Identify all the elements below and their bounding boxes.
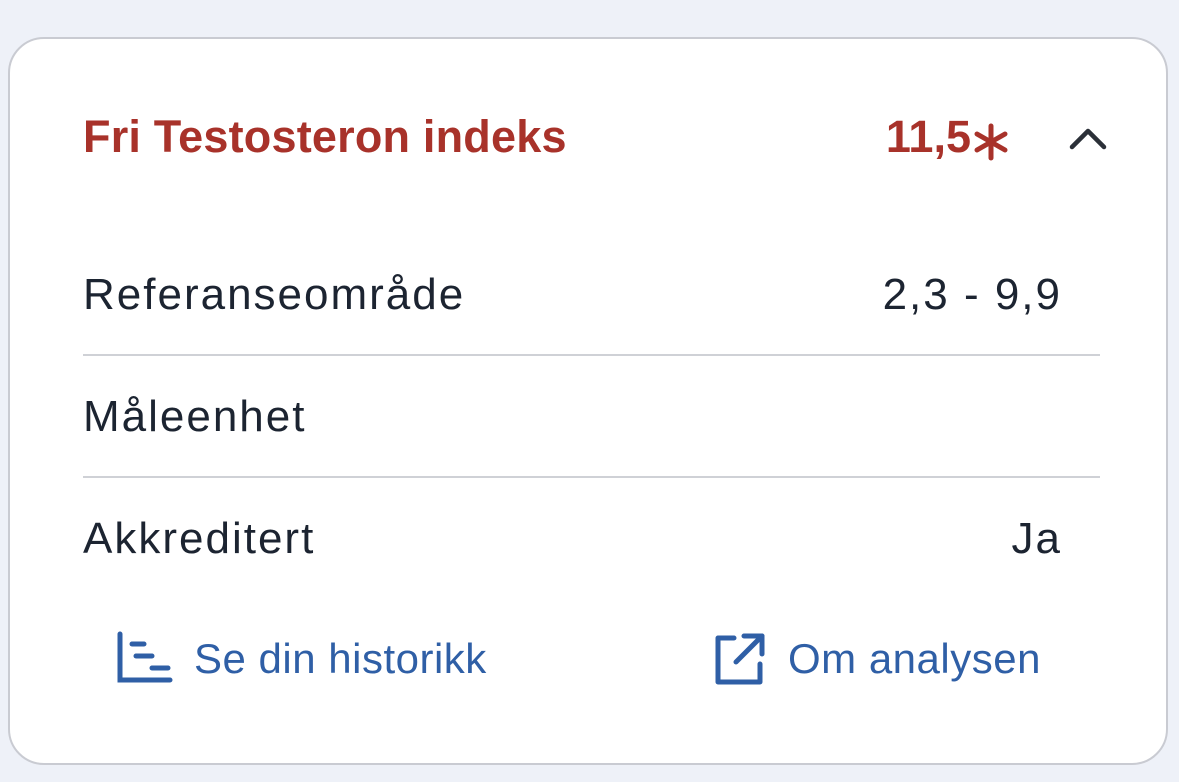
detail-value: Ja bbox=[1011, 514, 1062, 563]
analysis-result-value: 11,5 bbox=[885, 111, 971, 162]
detail-row-accredited: Akkreditert Ja bbox=[83, 478, 1100, 600]
analysis-header[interactable]: Fri Testosteron indeks 11,5 bbox=[10, 39, 1166, 239]
detail-label: Akkreditert bbox=[83, 514, 316, 563]
external-link-icon bbox=[715, 633, 765, 685]
detail-row-reference-range: Referanseområde 2,3 - 9,9 bbox=[83, 234, 1100, 356]
history-link-label: Se din historikk bbox=[194, 635, 487, 682]
history-chart-icon bbox=[117, 631, 173, 683]
collapse-button[interactable] bbox=[1058, 109, 1118, 169]
detail-label: Referanseområde bbox=[83, 270, 466, 319]
about-analysis-link-label: Om analysen bbox=[788, 635, 1041, 682]
detail-label: Måleenhet bbox=[83, 392, 307, 441]
analysis-links: Se din historikk Om analysen bbox=[10, 614, 1166, 704]
about-analysis-link[interactable]: Om analysen bbox=[710, 624, 1041, 694]
analysis-details: Referanseområde 2,3 - 9,9 Måleenhet Akkr… bbox=[83, 234, 1100, 600]
analysis-title: Fri Testosteron indeks bbox=[83, 111, 567, 162]
analysis-card: Fri Testosteron indeks 11,5 Referanseomr… bbox=[8, 37, 1168, 765]
detail-row-unit: Måleenhet bbox=[83, 356, 1100, 478]
chevron-up-icon bbox=[1069, 128, 1107, 150]
detail-value: 2,3 - 9,9 bbox=[882, 270, 1062, 319]
history-link[interactable]: Se din historikk bbox=[116, 624, 487, 694]
asterisk-icon bbox=[974, 123, 1008, 161]
